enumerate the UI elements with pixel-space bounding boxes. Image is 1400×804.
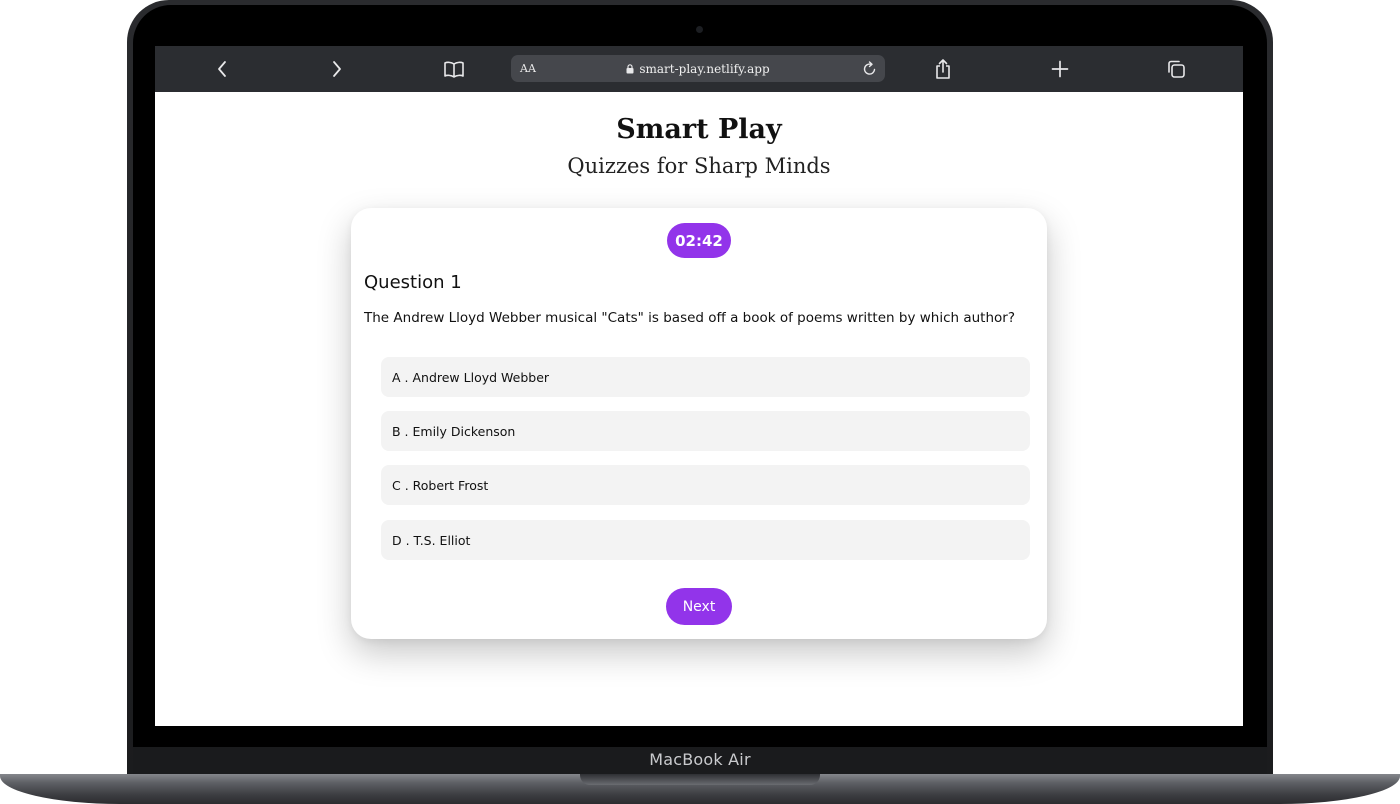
- reader-icon[interactable]: [442, 57, 466, 81]
- url-text: smart-play.netlify.app: [639, 62, 770, 76]
- tabs-icon[interactable]: [1164, 57, 1188, 81]
- lock-icon: [626, 63, 634, 77]
- answer-option-label: C . Robert Frost: [392, 478, 489, 493]
- answer-option-label: B . Emily Dickenson: [392, 424, 516, 439]
- device-label: MacBook Air: [649, 750, 751, 769]
- timer-badge: 02:42: [667, 223, 731, 258]
- new-tab-icon[interactable]: [1048, 57, 1072, 81]
- question-text: The Andrew Lloyd Webber musical "Cats" i…: [364, 310, 1015, 326]
- browser-toolbar: AA smart-play.netlify.app: [155, 46, 1243, 92]
- answer-option-b[interactable]: B . Emily Dickenson: [381, 411, 1030, 451]
- answer-option-a[interactable]: A . Andrew Lloyd Webber: [381, 357, 1030, 397]
- answer-option-c[interactable]: C . Robert Frost: [381, 465, 1030, 505]
- camera-icon: [696, 26, 703, 33]
- forward-icon[interactable]: [325, 57, 349, 81]
- page-subtitle: Quizzes for Sharp Minds: [567, 154, 831, 178]
- back-icon[interactable]: [210, 57, 234, 81]
- laptop-hinge-notch: [580, 774, 820, 785]
- reload-icon[interactable]: [862, 60, 878, 82]
- page-title: Smart Play: [616, 114, 782, 145]
- quiz-card: 02:42 Question 1 The Andrew Lloyd Webber…: [351, 208, 1047, 639]
- browser-window: AA smart-play.netlify.app Smart Play Qui…: [155, 46, 1243, 726]
- answer-option-d[interactable]: D . T.S. Elliot: [381, 520, 1030, 560]
- next-button[interactable]: Next: [666, 588, 732, 625]
- share-icon[interactable]: [931, 57, 955, 81]
- page-content: Smart Play Quizzes for Sharp Minds 02:42…: [155, 92, 1243, 726]
- address-bar[interactable]: AA smart-play.netlify.app: [511, 55, 885, 82]
- question-label: Question 1: [364, 272, 462, 293]
- answer-option-label: D . T.S. Elliot: [392, 533, 471, 548]
- answer-option-label: A . Andrew Lloyd Webber: [392, 370, 550, 385]
